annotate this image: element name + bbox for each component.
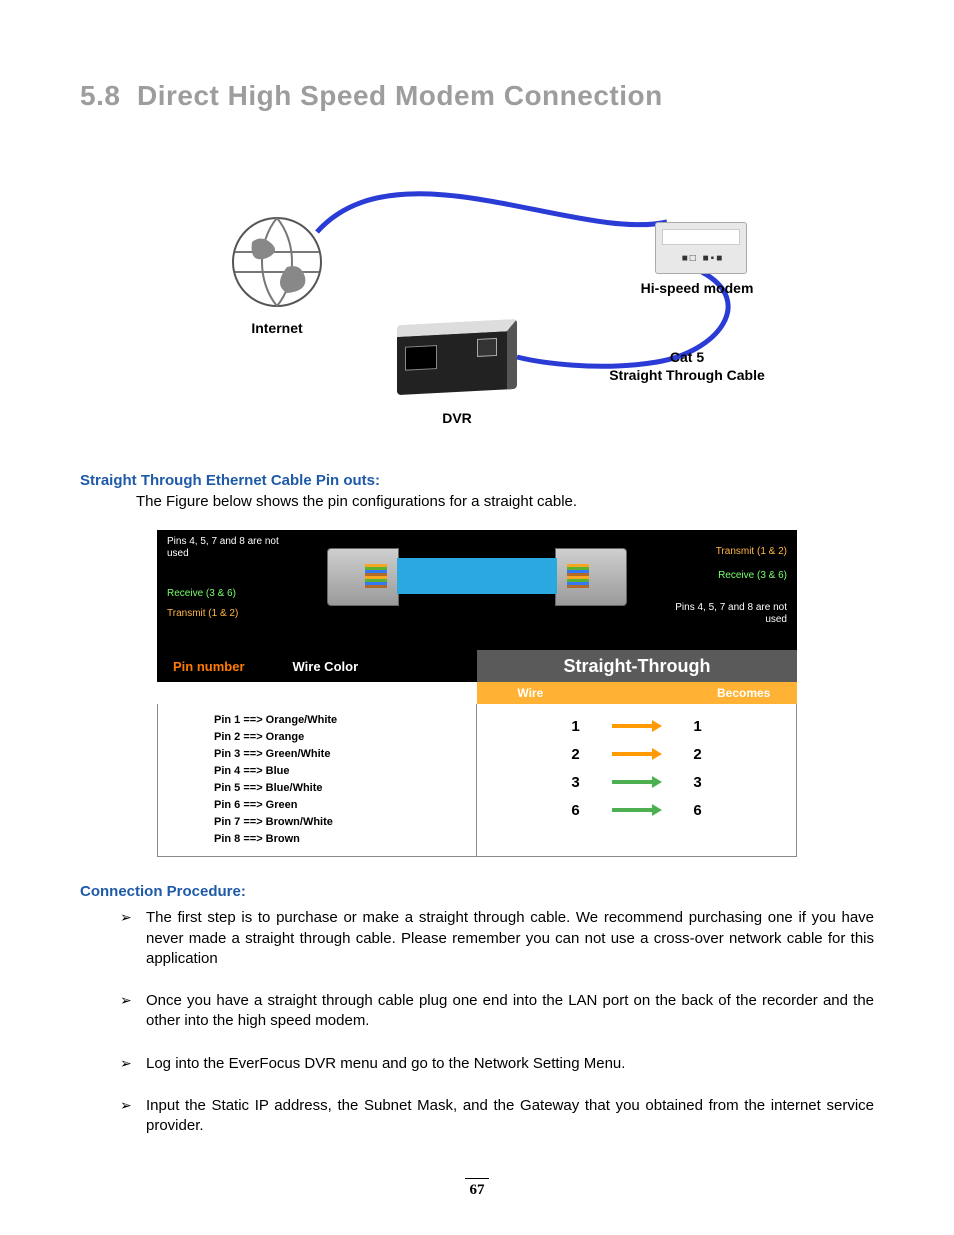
- right-transmit-label: Transmit (1 & 2): [716, 546, 787, 558]
- section-number: 5.8: [80, 80, 120, 111]
- left-unused-label: Pins 4, 5, 7 and 8 are not used: [167, 536, 287, 560]
- arrow-icon: [612, 749, 662, 759]
- pin-row: Pin 6 ==> Green: [214, 797, 476, 814]
- procedure-item: Log into the EverFocus DVR menu and go t…: [120, 1054, 874, 1074]
- map-from: 6: [546, 802, 606, 819]
- page: 5.8 Direct High Speed Modem Connection I…: [0, 0, 954, 1235]
- arrow-icon: [612, 805, 662, 815]
- internet-globe-icon: [227, 212, 327, 312]
- pinout-figure: Pins 4, 5, 7 and 8 are not used Receive …: [157, 530, 797, 857]
- procedure-item: The first step is to purchase or make a …: [120, 908, 874, 969]
- mapping-row: 22: [477, 740, 796, 768]
- pin-row: Pin 7 ==> Brown/White: [214, 814, 476, 831]
- arrow-icon: [612, 777, 662, 787]
- becomes-col-header: Becomes: [690, 686, 797, 700]
- cable-label-top: Cat 5: [607, 348, 767, 366]
- pin-row: Pin 5 ==> Blue/White: [214, 780, 476, 797]
- left-transmit-label: Transmit (1 & 2): [167, 608, 238, 620]
- modem-label: Hi-speed modem: [627, 280, 767, 296]
- pin-left-header: Pin number Wire Color: [157, 650, 477, 682]
- rj45-left-icon: [327, 548, 399, 606]
- pin-table-body: Pin 1 ==> Orange/WhitePin 2 ==> OrangePi…: [157, 704, 797, 857]
- internet-label: Internet: [227, 320, 327, 336]
- pinouts-heading: Straight Through Ethernet Cable Pin outs…: [80, 472, 874, 489]
- map-from: 2: [546, 746, 606, 763]
- topology-figure: Internet Hi-speed modem DVR Cat 5 Straig…: [197, 152, 757, 442]
- pin-table-header: Pin number Wire Color Straight-Through: [157, 650, 797, 682]
- procedure-heading: Connection Procedure:: [80, 883, 874, 900]
- mapping-list: 11223366: [477, 704, 797, 857]
- map-to: 1: [668, 718, 728, 735]
- procedure-item: Once you have a straight through cable p…: [120, 991, 874, 1032]
- section-heading: 5.8 Direct High Speed Modem Connection: [80, 80, 874, 112]
- pin-number-header: Pin number: [173, 659, 245, 674]
- dvr-label: DVR: [397, 410, 517, 426]
- right-receive-label: Receive (3 & 6): [718, 570, 787, 582]
- pin-row: Pin 4 ==> Blue: [214, 763, 476, 780]
- cable-label-bottom: Straight Through Cable: [609, 367, 765, 383]
- map-to: 6: [668, 802, 728, 819]
- arrow-icon: [612, 721, 662, 731]
- mapping-row: 33: [477, 768, 796, 796]
- pin-row: Pin 8 ==> Brown: [214, 831, 476, 848]
- cable-body: [397, 558, 557, 594]
- dvr-icon: [397, 322, 517, 402]
- right-unused-label: Pins 4, 5, 7 and 8 are not used: [667, 602, 787, 626]
- pin-row: Pin 3 ==> Green/White: [214, 746, 476, 763]
- pinouts-caption: The Figure below shows the pin configura…: [136, 493, 874, 510]
- rj45-right-icon: [555, 548, 627, 606]
- modem-icon: [655, 222, 747, 274]
- map-to: 2: [668, 746, 728, 763]
- wire-col-header: Wire: [477, 686, 584, 700]
- cable-diagram: Pins 4, 5, 7 and 8 are not used Receive …: [157, 530, 797, 650]
- pin-sub-header: Wire Becomes: [157, 682, 797, 704]
- pin-row: Pin 2 ==> Orange: [214, 729, 476, 746]
- procedure-list: The first step is to purchase or make a …: [80, 908, 874, 1136]
- map-from: 3: [546, 774, 606, 791]
- cable-label: Cat 5 Straight Through Cable: [607, 348, 767, 384]
- section-title-text: Direct High Speed Modem Connection: [137, 80, 663, 111]
- wire-color-header: Wire Color: [293, 659, 359, 674]
- procedure-item: Input the Static IP address, the Subnet …: [120, 1096, 874, 1137]
- pin-list: Pin 1 ==> Orange/WhitePin 2 ==> OrangePi…: [157, 704, 477, 857]
- map-to: 3: [668, 774, 728, 791]
- mapping-row: 66: [477, 796, 796, 824]
- page-number: 67: [0, 1178, 954, 1199]
- straight-through-title: Straight-Through: [477, 650, 797, 682]
- mapping-row: 11: [477, 712, 796, 740]
- pin-row: Pin 1 ==> Orange/White: [214, 712, 476, 729]
- left-receive-label: Receive (3 & 6): [167, 588, 236, 600]
- map-from: 1: [546, 718, 606, 735]
